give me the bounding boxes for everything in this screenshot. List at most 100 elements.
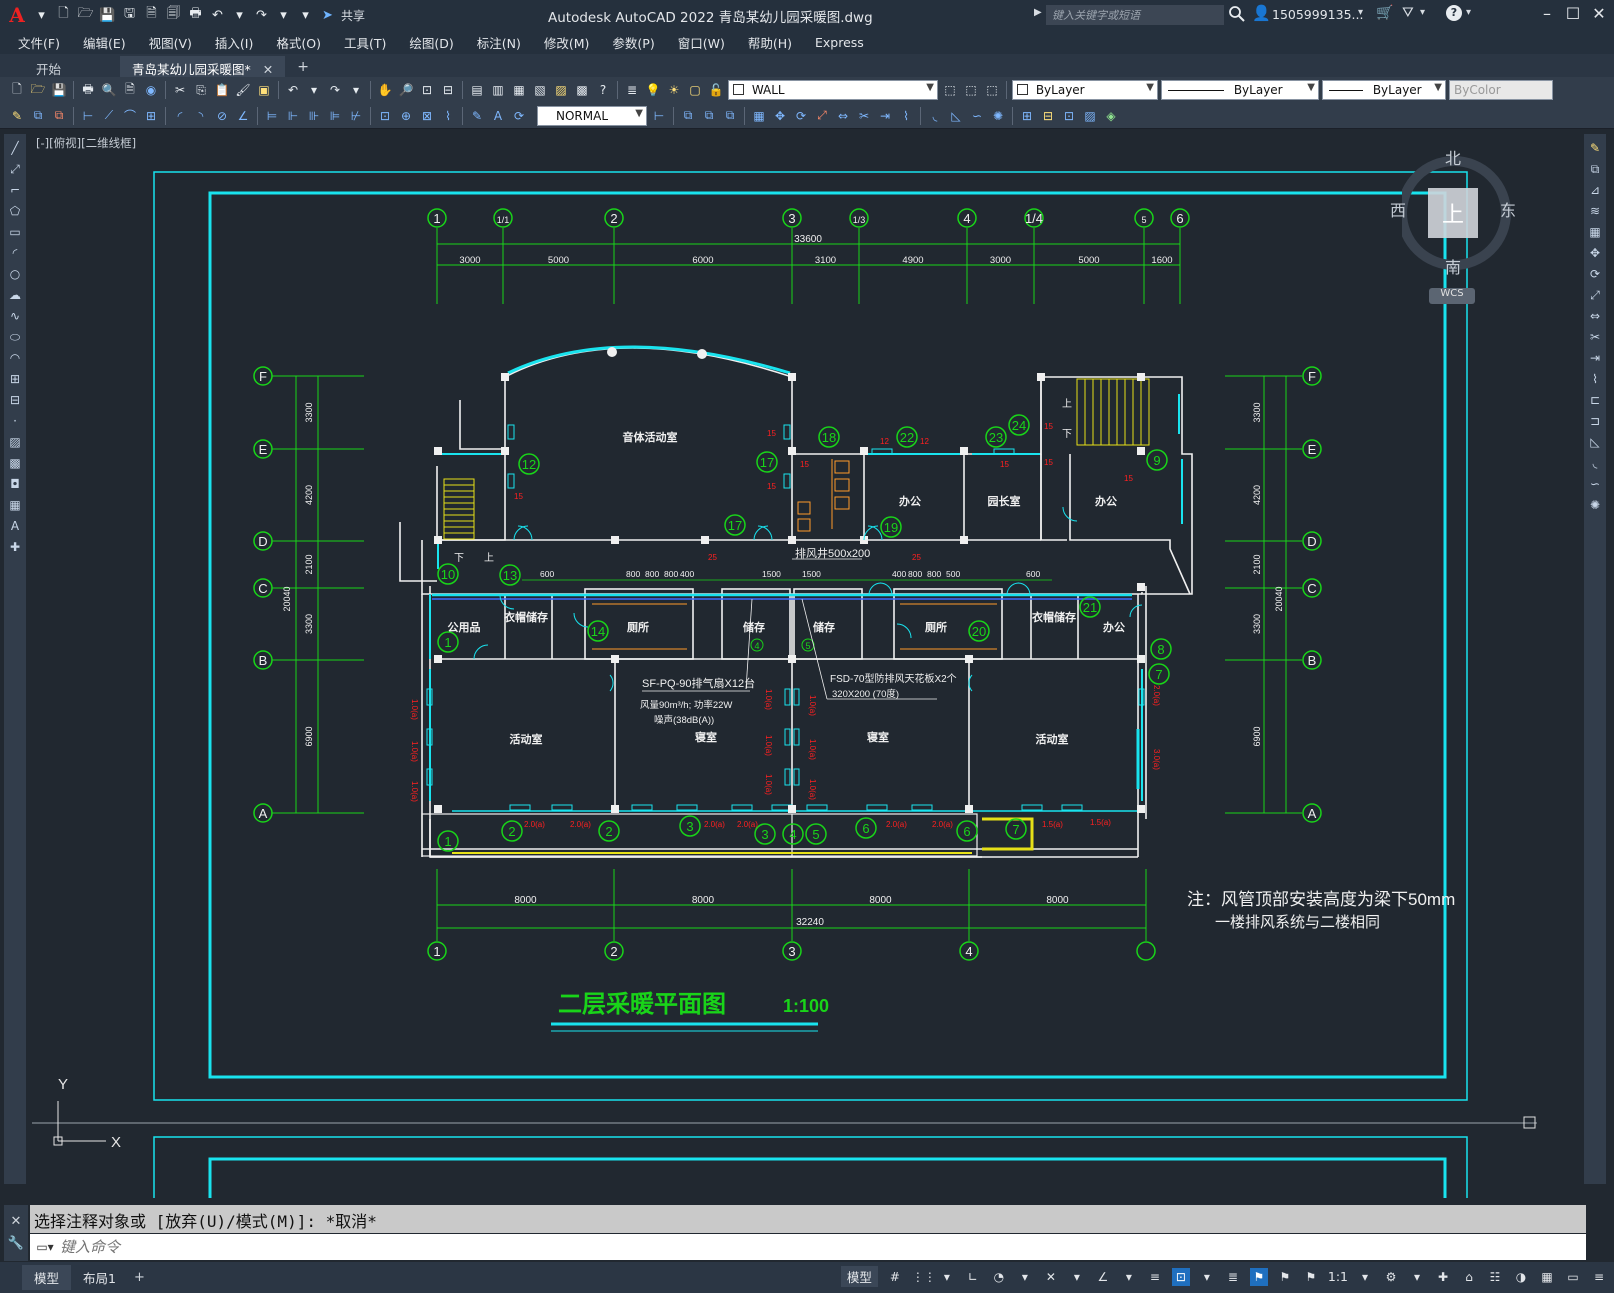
openweb-icon[interactable]: 🗎 (143, 6, 160, 24)
join-icon[interactable]: ⊐ (1587, 413, 1603, 429)
open-icon[interactable]: 🗁 (29, 81, 47, 99)
dim-radius-icon[interactable]: ◜ (171, 107, 189, 125)
menu-express[interactable]: Express (815, 35, 864, 50)
redo-dropdown-icon[interactable]: ▾ (347, 81, 365, 99)
table-icon[interactable]: ▦ (7, 497, 23, 513)
menu-dimension[interactable]: 标注(N) (477, 33, 521, 52)
designcenter-icon[interactable]: ▥ (489, 81, 507, 99)
mirror-icon[interactable]: ⧉ (700, 107, 718, 125)
insert-block-icon[interactable]: ⊞ (1018, 107, 1036, 125)
region-icon[interactable]: ◈ (1102, 107, 1120, 125)
plotstyle-dropdown[interactable]: ByColor (1449, 80, 1553, 100)
layer-properties-icon[interactable]: ≣ (623, 81, 641, 99)
tab-start[interactable]: 开始 (0, 56, 120, 78)
matchprop-icon[interactable]: 🖌 (234, 81, 252, 99)
user-icon[interactable]: 👤 (1252, 4, 1271, 22)
undo-dropdown-icon[interactable]: ▾ (231, 7, 248, 24)
viewcube-south[interactable]: 南 (1445, 254, 1461, 278)
add-selected-icon[interactable]: ✚ (7, 539, 23, 555)
help-icon[interactable]: ? (1446, 5, 1462, 21)
center-mark-icon[interactable]: ⊕ (397, 107, 415, 125)
dim-edit-icon[interactable]: ✎ (468, 107, 486, 125)
search-expand-icon[interactable]: ▶ (1034, 7, 1042, 18)
floor-plan-drawing[interactable]: 1 1/1 2 3 1/3 4 1/4 5 6336003000 5000 6000 3100 4900… (32, 129, 1576, 1198)
share-icon[interactable]: ➤ (319, 7, 336, 24)
gradient-icon[interactable]: ▩ (7, 455, 23, 471)
iso-dropdown-icon[interactable]: ▾ (1068, 1268, 1086, 1286)
break-at-point-icon[interactable]: ⌇ (1587, 371, 1603, 387)
ellipse-icon[interactable]: ⬭ (7, 329, 23, 345)
user-name[interactable]: 1505999135... (1272, 7, 1363, 22)
paste-icon[interactable]: 📋 (213, 81, 231, 99)
construction-line-icon[interactable]: ⤢ (7, 161, 23, 177)
osnap-dropdown-icon[interactable]: ▾ (1198, 1268, 1216, 1286)
menu-parametric[interactable]: 参数(P) (612, 33, 654, 52)
layer-dropdown[interactable]: WALL ▼ (728, 80, 938, 100)
selection-cycling-icon[interactable]: ≣ (1224, 1268, 1242, 1286)
viewcube-west[interactable]: 西 (1390, 197, 1406, 221)
lineweight-dropdown[interactable]: ByLayer ▼ (1322, 80, 1446, 100)
dim-space-icon[interactable]: ⊫ (326, 107, 344, 125)
text-edit-icon[interactable]: ✎ (8, 107, 26, 125)
plot-icon[interactable]: 🖶 (79, 81, 97, 99)
menu-modify[interactable]: 修改(M) (544, 33, 590, 52)
pan-icon[interactable]: ✋ (376, 81, 394, 99)
tab-layout1[interactable]: 布局1 (71, 1265, 128, 1290)
app-menu-arrow-icon[interactable]: ▾ (33, 7, 50, 24)
trim-icon[interactable]: ✂ (855, 107, 873, 125)
snap-dropdown-icon[interactable]: ▾ (938, 1268, 956, 1286)
ellipse-arc-icon[interactable]: ◠ (7, 350, 23, 366)
rotate-icon[interactable]: ⟳ (792, 107, 810, 125)
scale-icon[interactable]: ⤢ (813, 107, 831, 125)
make-block-icon[interactable]: ⊟ (7, 392, 23, 408)
cart-icon[interactable]: 🛒 (1376, 5, 1393, 21)
close-command-line-icon[interactable]: ✕ (4, 1211, 28, 1233)
array-icon[interactable]: ▦ (750, 107, 768, 125)
dim-linear-icon[interactable]: ⊢ (79, 107, 97, 125)
new-icon[interactable]: 🗋 (8, 81, 26, 99)
linetype-dropdown[interactable]: ByLayer ▼ (1161, 80, 1319, 100)
calculator-icon[interactable]: ▩ (573, 81, 591, 99)
print-icon[interactable]: 🖶 (187, 6, 204, 24)
polygon-icon[interactable]: ⬠ (7, 203, 23, 219)
menu-file[interactable]: 文件(F) (18, 33, 60, 52)
new-icon[interactable]: 🗋 (55, 6, 72, 24)
layer-lock-icon[interactable]: 🔓 (707, 81, 725, 99)
annotation-monitor-icon[interactable]: ✚ (1434, 1268, 1452, 1286)
extend-icon[interactable]: ⇥ (876, 107, 894, 125)
annotation-scale-icon[interactable]: ⚑ (1302, 1268, 1320, 1286)
maximize-icon[interactable]: ☐ (1562, 4, 1584, 24)
isolate-objects-icon[interactable]: ◑ (1512, 1268, 1530, 1286)
scale-icon[interactable]: ⤢ (1587, 287, 1603, 303)
hardware-acceleration-icon[interactable]: ▦ (1538, 1268, 1556, 1286)
properties-icon[interactable]: ▤ (468, 81, 486, 99)
isodraft-icon[interactable]: ✕ (1042, 1268, 1060, 1286)
workspace-dropdown-icon[interactable]: ▾ (1408, 1268, 1426, 1286)
minimize-icon[interactable]: – (1536, 4, 1558, 24)
viewcube[interactable]: 北 南 西 东 上 WCS (1390, 143, 1542, 313)
object-snap-tracking-icon[interactable]: ∠ (1094, 1268, 1112, 1286)
menu-draw[interactable]: 绘图(D) (409, 33, 453, 52)
dim-break-icon[interactable]: ⊬ (347, 107, 365, 125)
tolerance-icon[interactable]: ⊡ (376, 107, 394, 125)
lineweight-icon[interactable]: ≡ (1146, 1268, 1164, 1286)
mtext-icon[interactable]: A (7, 518, 23, 534)
menu-format[interactable]: 格式(O) (276, 33, 321, 52)
customize-icon[interactable]: 🔧 (4, 1233, 28, 1255)
move-icon[interactable]: ✥ (771, 107, 789, 125)
redo-dropdown-icon[interactable]: ▾ (275, 7, 292, 24)
annotation-scale-value[interactable]: 1:1 (1328, 1269, 1348, 1284)
viewcube-north[interactable]: 北 (1445, 145, 1461, 169)
close-icon[interactable]: ✕ (1588, 4, 1610, 24)
share-label[interactable]: 共享 (341, 7, 365, 24)
grid-icon[interactable]: # (886, 1268, 904, 1286)
move-icon[interactable]: ✥ (1587, 245, 1603, 261)
savetoweb-icon[interactable]: 🗐 (165, 6, 182, 24)
stretch-icon[interactable]: ⇔ (834, 107, 852, 125)
menu-insert[interactable]: 插入(I) (215, 33, 253, 52)
make-block-icon[interactable]: ⊟ (1039, 107, 1057, 125)
viewcube-top-face[interactable]: 上 (1442, 197, 1464, 229)
polar-dropdown-icon[interactable]: ▾ (1016, 1268, 1034, 1286)
trim-icon[interactable]: ✂ (1587, 329, 1603, 345)
help-icon[interactable]: ? (594, 81, 612, 99)
